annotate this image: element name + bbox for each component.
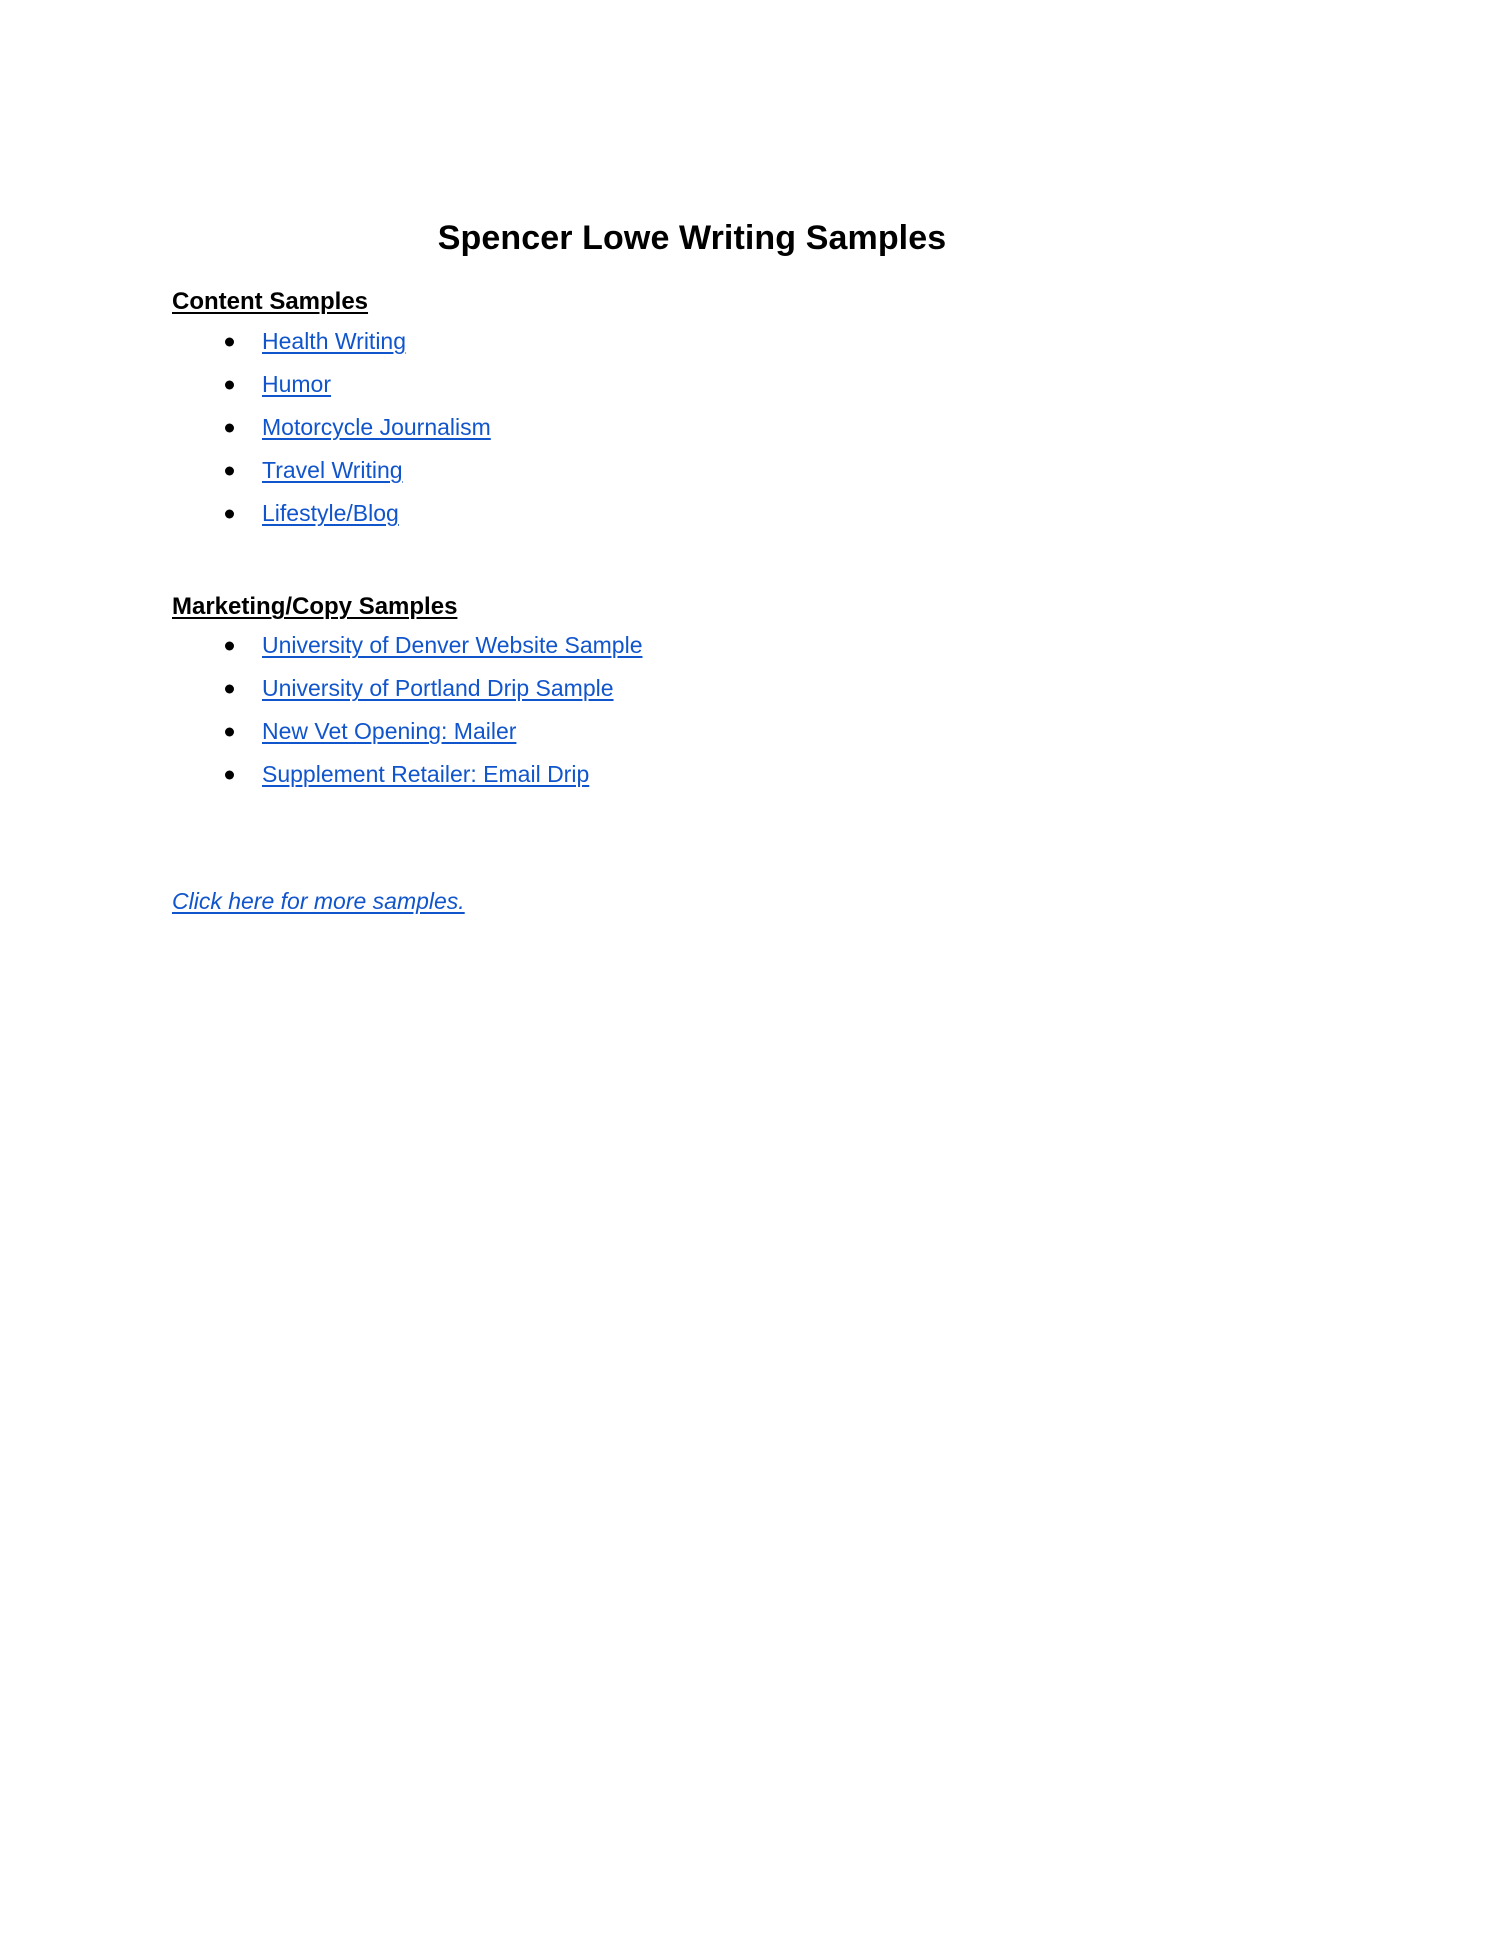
bullet-icon: [225, 466, 234, 476]
list-item: University of Portland Drip Sample: [172, 668, 1332, 711]
section-heading-content-samples: Content Samples: [172, 287, 1332, 318]
list-item: Supplement Retailer: Email Drip: [172, 754, 1332, 797]
section-content-samples: Content Samples Health Writing Humor Mot…: [172, 287, 1332, 535]
bullet-icon: [225, 423, 234, 433]
marketing-samples-list: University of Denver Website Sample Univ…: [172, 625, 1332, 797]
document-page: Spencer Lowe Writing Samples Content Sam…: [0, 0, 1500, 1942]
list-item: Health Writing: [172, 320, 1332, 363]
section-marketing-copy-samples: Marketing/Copy Samples University of Den…: [172, 592, 1332, 797]
list-item: Humor: [172, 363, 1332, 406]
section-heading-label: Content Samples: [172, 288, 369, 316]
sample-link-university-of-portland-drip-sample[interactable]: University of Portland Drip Sample: [262, 674, 614, 704]
footer-spacer: [172, 797, 1332, 885]
list-item: New Vet Opening: Mailer: [172, 711, 1332, 754]
list-item: Travel Writing: [172, 449, 1332, 492]
sample-link-travel-writing[interactable]: Travel Writing: [262, 456, 403, 486]
bullet-icon: [225, 684, 234, 694]
sample-link-university-of-denver-website-sample[interactable]: University of Denver Website Sample: [262, 631, 643, 661]
sample-link-lifestyle-blog[interactable]: Lifestyle/Blog: [262, 499, 399, 529]
page-title: Spencer Lowe Writing Samples: [437, 219, 947, 257]
content-samples-list: Health Writing Humor Motorcycle Journali…: [172, 320, 1332, 535]
bullet-icon: [225, 337, 234, 347]
list-item: Lifestyle/Blog: [172, 492, 1332, 535]
section-heading-marketing-copy-samples: Marketing/Copy Samples: [172, 592, 1332, 623]
sample-link-humor[interactable]: Humor: [262, 370, 331, 400]
bullet-icon: [225, 727, 234, 737]
bullet-icon: [225, 380, 234, 390]
footer-link-row: Click here for more samples.: [172, 885, 1332, 917]
sample-link-new-vet-opening-mailer[interactable]: New Vet Opening: Mailer: [262, 717, 516, 747]
sample-link-motorcycle-journalism[interactable]: Motorcycle Journalism: [262, 413, 491, 443]
list-item: University of Denver Website Sample: [172, 625, 1332, 668]
document-body: Spencer Lowe Writing Samples Content Sam…: [172, 218, 1332, 917]
bullet-icon: [225, 509, 234, 519]
bullet-icon: [225, 770, 234, 780]
list-item: Motorcycle Journalism: [172, 406, 1332, 449]
sample-link-health-writing[interactable]: Health Writing: [262, 327, 406, 357]
section-heading-label: Marketing/Copy Samples: [172, 593, 458, 621]
more-samples-link[interactable]: Click here for more samples.: [172, 888, 465, 914]
bullet-icon: [225, 641, 234, 651]
sample-link-supplement-retailer-email-drip[interactable]: Supplement Retailer: Email Drip: [262, 760, 589, 790]
